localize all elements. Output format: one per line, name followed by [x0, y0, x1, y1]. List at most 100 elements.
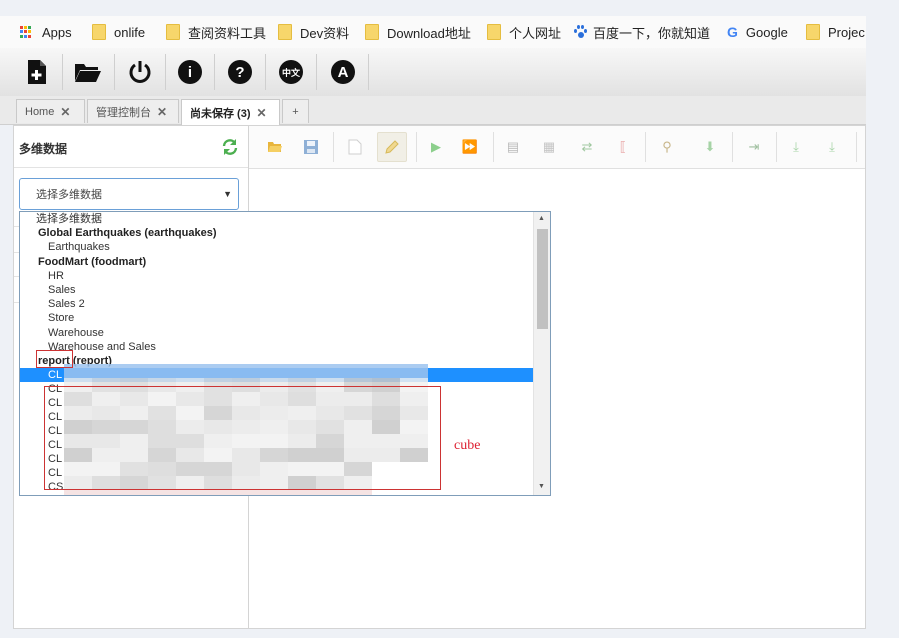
scrollbar-thumb[interactable]: [537, 229, 548, 329]
scroll-down-icon[interactable]: ▼: [538, 483, 545, 490]
bookmark-project[interactable]: Projec: [806, 16, 866, 48]
scroll-up-icon[interactable]: ▲: [538, 215, 545, 222]
close-icon[interactable]: ✕: [60, 105, 70, 119]
bookmark-personal[interactable]: 个人网址: [487, 16, 561, 48]
folder-icon: [166, 24, 180, 40]
dropdown-option[interactable]: Warehouse and Sales: [20, 340, 534, 354]
annotation-box-report: [36, 350, 73, 368]
add-tab-icon: +: [292, 105, 299, 118]
language-icon: 中文: [279, 60, 303, 84]
dropdown-group-label: FoodMart (foodmart): [38, 256, 147, 268]
table-arrow-icon: ⇥: [748, 139, 760, 154]
auto-run-button[interactable]: ⏩: [460, 137, 480, 157]
info-icon: i: [178, 60, 202, 84]
dropdown-option[interactable]: Earthquakes: [20, 240, 534, 254]
toolbar-divider: [214, 54, 215, 90]
bookmark-onlife[interactable]: onlife: [92, 16, 145, 48]
tab-bar: Home ✕ 管理控制台 ✕ 尚未保存 (3) ✕ +: [0, 96, 866, 125]
bookmark-label: Dev资料: [300, 25, 350, 41]
run-button[interactable]: ▶: [426, 137, 446, 157]
drill-down-button[interactable]: ⬇: [700, 137, 720, 157]
info-button[interactable]: i: [174, 56, 206, 88]
dropdown-option[interactable]: Sales: [20, 283, 534, 297]
toolbar-divider: [333, 132, 334, 162]
toolbar-divider: [416, 132, 417, 162]
toolbar-divider: [165, 54, 166, 90]
bookmark-label: Google: [745, 24, 788, 40]
drill-across-button[interactable]: ⇥: [744, 137, 764, 157]
arrow-down-icon: ⬇: [704, 139, 716, 154]
bookmark-label: Apps: [42, 24, 72, 40]
folder-icon: [92, 24, 106, 40]
open-button[interactable]: [72, 56, 104, 88]
baidu-paw-icon: [573, 25, 587, 39]
fields-button[interactable]: ▤: [503, 137, 523, 157]
magnifier-icon: ⚲: [662, 139, 672, 154]
divider: [14, 167, 248, 168]
folder-open-icon: [268, 142, 282, 152]
zoom-button[interactable]: ⚲: [657, 137, 677, 157]
font-icon: A: [331, 60, 355, 84]
grid-icon: ▦: [542, 139, 556, 154]
toolbar-divider: [732, 132, 733, 162]
tab-admin-console[interactable]: 管理控制台 ✕: [87, 99, 179, 123]
help-button[interactable]: ?: [224, 56, 256, 88]
bookmark-label: Download地址: [387, 25, 471, 41]
download-icon: ⤓: [829, 139, 835, 154]
bookmark-label: 百度一下，你就知道: [593, 25, 711, 41]
close-icon[interactable]: ✕: [157, 105, 167, 119]
blank-page-icon: [348, 139, 362, 155]
edit-query-button[interactable]: [377, 132, 407, 162]
folder-icon: [806, 24, 820, 40]
tab-label: 尚未保存 (3): [190, 107, 251, 120]
toolbar-divider: [645, 132, 646, 162]
refresh-icon[interactable]: [221, 138, 239, 156]
dropdown-option[interactable]: Sales 2: [20, 297, 534, 311]
font-button[interactable]: A: [327, 56, 359, 88]
fast-forward-icon: ⏩: [461, 139, 479, 154]
tab-add[interactable]: +: [282, 99, 309, 123]
bookmark-google[interactable]: G Google: [727, 16, 788, 48]
dropdown-option[interactable]: Store: [20, 311, 534, 325]
export-xls-button[interactable]: ⤓: [786, 137, 806, 157]
hide-parents-button[interactable]: ⟦: [613, 137, 633, 157]
language-button[interactable]: 中文: [275, 56, 307, 88]
toolbar-divider: [856, 132, 857, 162]
dropdown-option[interactable]: 选择多维数据: [20, 212, 534, 226]
bookmark-label: onlife: [114, 24, 146, 40]
dropdown-option[interactable]: Warehouse: [20, 326, 534, 340]
open-query-button[interactable]: [265, 137, 285, 157]
bookmark-apps[interactable]: Apps: [20, 16, 72, 48]
new-file-button[interactable]: [21, 56, 53, 88]
bookmark-dev[interactable]: Dev资料: [278, 16, 349, 48]
play-icon: ▶: [431, 139, 441, 154]
tab-unsaved[interactable]: 尚未保存 (3) ✕: [181, 99, 280, 125]
export-csv-button[interactable]: ⤓: [822, 137, 842, 157]
save-query-button[interactable]: [301, 137, 321, 157]
toolbar-divider: [493, 132, 494, 162]
bookmark-label: 查阅资料工具: [188, 25, 267, 41]
bookmark-label: Projec: [828, 24, 865, 40]
save-icon: [304, 140, 318, 154]
toolbar-divider: [316, 54, 317, 90]
bookmark-download[interactable]: Download地址: [365, 16, 471, 48]
toolbar-divider: [776, 132, 777, 162]
power-button[interactable]: [124, 56, 156, 88]
annotation-label: cube: [454, 438, 481, 453]
panel-title: 多维数据: [19, 142, 68, 156]
folder-icon: [278, 24, 292, 40]
annotation-box-cubes: [44, 386, 441, 490]
bookmark-lookup-tools[interactable]: 查阅资料工具: [166, 16, 266, 48]
dropdown-scrollbar[interactable]: ▲ ▼: [533, 212, 550, 495]
bookmark-baidu[interactable]: 百度一下，你就知道: [573, 16, 710, 48]
tab-home[interactable]: Home ✕: [16, 99, 85, 123]
toolbar-divider: [114, 54, 115, 90]
dropdown-option[interactable]: HR: [20, 269, 534, 283]
new-query-button[interactable]: [345, 137, 365, 157]
close-icon[interactable]: ✕: [257, 106, 267, 120]
folder-icon: [487, 24, 501, 40]
select-value: 选择多维数据: [36, 189, 102, 201]
swap-axis-button[interactable]: ⇄: [577, 137, 597, 157]
cube-select[interactable]: 选择多维数据 ▼: [19, 178, 239, 210]
non-empty-button[interactable]: ▦: [539, 137, 559, 157]
